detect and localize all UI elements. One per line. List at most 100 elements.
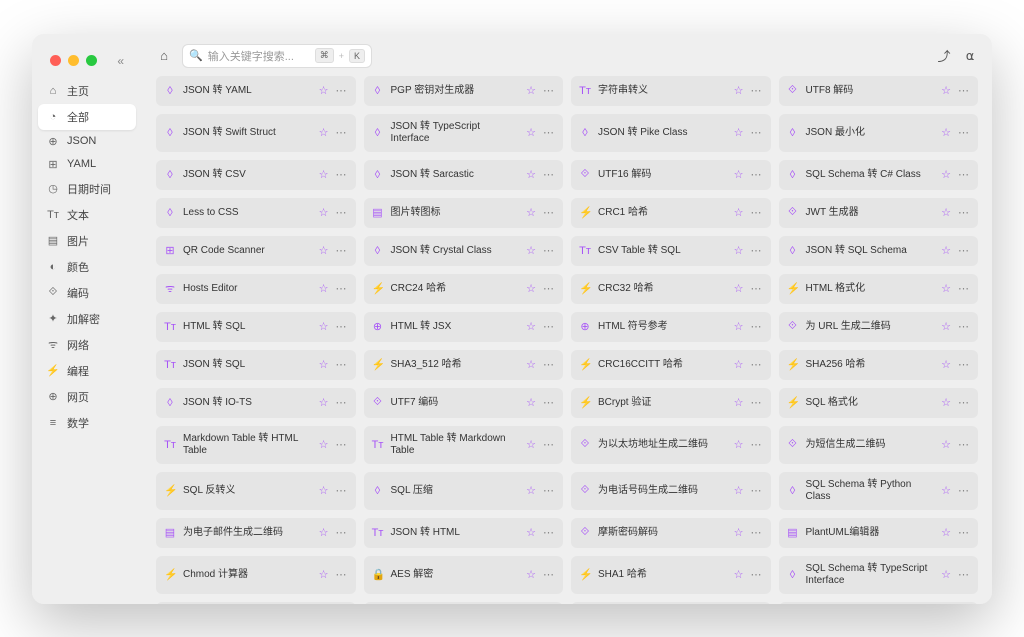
tool-card[interactable]: ◊Less to CSS☆⋯	[156, 198, 356, 228]
tool-card[interactable]: ◊JSON 转 SQL Schema☆⋯	[779, 236, 979, 266]
star-icon[interactable]: ☆	[526, 484, 536, 497]
star-icon[interactable]: ☆	[941, 396, 951, 409]
star-icon[interactable]: ☆	[941, 84, 951, 97]
star-icon[interactable]: ☆	[734, 320, 744, 333]
more-icon[interactable]: ⋯	[543, 320, 555, 333]
tool-card[interactable]: ⟐为短信生成二维码☆⋯	[779, 426, 979, 464]
more-icon[interactable]: ⋯	[543, 396, 555, 409]
more-icon[interactable]: ⋯	[958, 438, 970, 451]
tool-card[interactable]: ⊕HTML 符号参考☆⋯	[571, 312, 771, 342]
tool-card[interactable]: ⚡SHA256 哈希☆⋯	[779, 350, 979, 380]
tool-card[interactable]: ◊PGP 密钥对生成器☆⋯	[364, 76, 564, 106]
sidebar-item-11[interactable]: ⚡编程	[38, 358, 136, 384]
star-icon[interactable]: ☆	[526, 206, 536, 219]
more-icon[interactable]: ⋯	[543, 244, 555, 257]
more-icon[interactable]: ⋯	[543, 168, 555, 181]
star-icon[interactable]: ☆	[319, 438, 329, 451]
tool-card[interactable]: ⚡SHA3_512 哈希☆⋯	[364, 350, 564, 380]
star-icon[interactable]: ☆	[526, 244, 536, 257]
star-icon[interactable]: ☆	[319, 320, 329, 333]
sidebar-item-3[interactable]: ⊞YAML	[38, 153, 136, 176]
star-icon[interactable]: ☆	[941, 126, 951, 139]
more-icon[interactable]: ⋯	[543, 84, 555, 97]
tool-card[interactable]: 🔒AES 加密☆⋯	[364, 602, 564, 604]
more-icon[interactable]: ⋯	[958, 396, 970, 409]
more-icon[interactable]: ⋯	[751, 168, 763, 181]
collapse-sidebar-icon[interactable]: «	[117, 54, 124, 68]
star-icon[interactable]: ☆	[734, 168, 744, 181]
star-icon[interactable]: ☆	[734, 396, 744, 409]
star-icon[interactable]: ☆	[526, 168, 536, 181]
sidebar-item-7[interactable]: ◐颜色	[38, 254, 136, 280]
zoom-dot[interactable]	[86, 55, 97, 66]
more-icon[interactable]: ⋯	[543, 568, 555, 581]
star-icon[interactable]: ☆	[526, 358, 536, 371]
more-icon[interactable]: ⋯	[958, 358, 970, 371]
more-icon[interactable]: ⋯	[751, 244, 763, 257]
tool-card[interactable]: ◊SQL Schema 转 Python Class☆⋯	[779, 472, 979, 510]
star-icon[interactable]: ☆	[734, 244, 744, 257]
home-icon[interactable]: ⌂	[156, 48, 172, 64]
star-icon[interactable]: ☆	[319, 282, 329, 295]
more-icon[interactable]: ⋯	[751, 206, 763, 219]
star-icon[interactable]: ☆	[734, 282, 744, 295]
tool-card[interactable]: Tт字符串转义☆⋯	[571, 76, 771, 106]
star-icon[interactable]: ☆	[734, 206, 744, 219]
sidebar-item-12[interactable]: ⊕网页	[38, 384, 136, 410]
tool-card[interactable]: ⚡Keccak224 哈希☆⋯	[571, 602, 771, 604]
star-icon[interactable]: ☆	[734, 526, 744, 539]
more-icon[interactable]: ⋯	[751, 126, 763, 139]
tool-card[interactable]: TтJSON 转 SQL☆⋯	[156, 350, 356, 380]
more-icon[interactable]: ⋯	[958, 484, 970, 497]
more-icon[interactable]: ⋯	[336, 282, 348, 295]
tool-card[interactable]: ⚡Chmod 计算器☆⋯	[156, 556, 356, 594]
minimize-dot[interactable]	[68, 55, 79, 66]
star-icon[interactable]: ☆	[734, 358, 744, 371]
tool-card[interactable]: ⟐为电话号码生成二维码☆⋯	[571, 472, 771, 510]
star-icon[interactable]: ☆	[319, 206, 329, 219]
star-icon[interactable]: ☆	[941, 282, 951, 295]
star-icon[interactable]: ☆	[526, 396, 536, 409]
more-icon[interactable]: ⋯	[336, 84, 348, 97]
tool-card[interactable]: ◊JSON 转 IO-TS☆⋯	[156, 388, 356, 418]
star-icon[interactable]: ☆	[734, 84, 744, 97]
star-icon[interactable]: ☆	[526, 526, 536, 539]
sidebar-item-4[interactable]: ◷日期时间	[38, 176, 136, 202]
tool-card[interactable]: ▤为电子邮件生成二维码☆⋯	[156, 518, 356, 548]
tool-card[interactable]: ⊞QR Code Scanner☆⋯	[156, 236, 356, 266]
share-icon[interactable]: ⤴	[936, 46, 952, 65]
star-icon[interactable]: ☆	[734, 568, 744, 581]
tool-card[interactable]: ◊JSON 转 Sarcastic☆⋯	[364, 160, 564, 190]
more-icon[interactable]: ⋯	[751, 438, 763, 451]
sidebar-item-13[interactable]: ≡数学	[38, 410, 136, 436]
tool-card[interactable]: ⟐UTF16 解码☆⋯	[571, 160, 771, 190]
more-icon[interactable]: ⋯	[751, 396, 763, 409]
tool-card[interactable]: ⊕HTML 转 JSX☆⋯	[364, 312, 564, 342]
star-icon[interactable]: ☆	[526, 84, 536, 97]
tool-card[interactable]: ⟐UTF7 编码☆⋯	[364, 388, 564, 418]
sidebar-item-1[interactable]: ◔全部	[38, 104, 136, 130]
more-icon[interactable]: ⋯	[543, 438, 555, 451]
more-icon[interactable]: ⋯	[543, 484, 555, 497]
sidebar-item-2[interactable]: ⊕JSON	[38, 130, 136, 153]
tool-card[interactable]: TтCSV Table 转 SQL☆⋯	[571, 236, 771, 266]
more-icon[interactable]: ⋯	[751, 320, 763, 333]
tool-card[interactable]: ◊SQL Schema 转 TypeScript Interface☆⋯	[779, 556, 979, 594]
tool-card[interactable]: ◊JSON 转 Crystal Class☆⋯	[364, 236, 564, 266]
tool-card[interactable]: ⟐摩斯密码解码☆⋯	[571, 518, 771, 548]
more-icon[interactable]: ⋯	[336, 244, 348, 257]
tool-card[interactable]: ◊JSON 转 YAML☆⋯	[156, 76, 356, 106]
tool-card[interactable]: ⚡BCrypt 验证☆⋯	[571, 388, 771, 418]
tool-card[interactable]: ◊JSON 转 Swift Struct☆⋯	[156, 114, 356, 152]
star-icon[interactable]: ☆	[319, 126, 329, 139]
star-icon[interactable]: ☆	[941, 568, 951, 581]
tool-card[interactable]: ⟐UTF8 解码☆⋯	[779, 76, 979, 106]
more-icon[interactable]: ⋯	[336, 320, 348, 333]
tool-card[interactable]: ◊JSON 最小化☆⋯	[779, 114, 979, 152]
more-icon[interactable]: ⋯	[751, 84, 763, 97]
more-icon[interactable]: ⋯	[336, 484, 348, 497]
more-icon[interactable]: ⋯	[543, 526, 555, 539]
tool-card[interactable]: TтMarkdown Table 转 HTML Table☆⋯	[156, 426, 356, 464]
star-icon[interactable]: ☆	[526, 320, 536, 333]
star-icon[interactable]: ☆	[526, 568, 536, 581]
